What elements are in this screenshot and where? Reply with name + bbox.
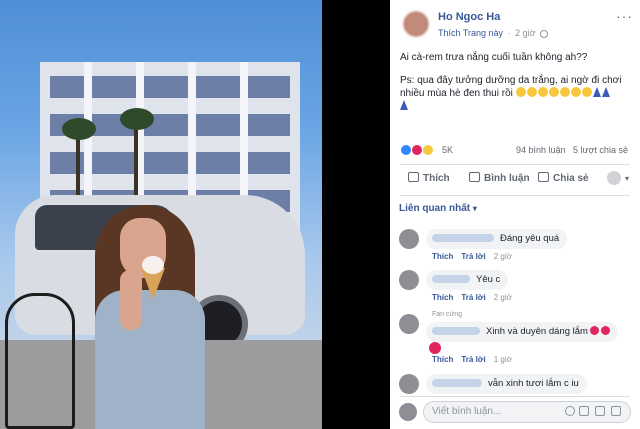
- emoji-icon: [537, 87, 548, 97]
- ice-cream-scoop: [142, 256, 164, 274]
- post-text-line1: Ai cà-rem trưa nắng cuối tuần không ah??: [400, 52, 588, 63]
- comment-reaction-icon[interactable]: [429, 342, 441, 354]
- haha-icon[interactable]: [422, 144, 434, 156]
- chevron-down-icon: ▾: [472, 204, 477, 213]
- comment-sort-dropdown[interactable]: Liên quan nhất ▾: [399, 203, 477, 214]
- comment-meta: Thích Trả lời 2 giờ: [432, 252, 512, 261]
- sticker-icon[interactable]: [611, 406, 621, 416]
- post-text-line2: Ps: qua đây tưởng dưỡng da trắng, ai ngờ…: [400, 74, 632, 113]
- emoji-icon: [548, 87, 559, 97]
- share-icon: [538, 172, 549, 182]
- reaction-summary: 5K 94 bình luận 5 lượt chia sẻ: [400, 143, 632, 159]
- comment-reply-link[interactable]: Trả lời: [461, 252, 485, 261]
- comment-reply-link[interactable]: Trả lời: [461, 355, 485, 364]
- author-name[interactable]: Ho Ngoc Ha: [438, 11, 500, 23]
- comment-text: vẫn xinh tươi lắm c iu: [488, 378, 579, 389]
- cafe-chair: [5, 293, 75, 429]
- emoji-icon[interactable]: [565, 406, 575, 416]
- like-icon: [408, 172, 419, 182]
- heart-icon: [600, 326, 610, 335]
- post-sidebar: Ho Ngoc Ha Thích Trang này · 2 giờ ··· A…: [390, 0, 640, 429]
- viewer-avatar: [399, 403, 417, 421]
- divider: [400, 164, 630, 165]
- comment-text: Đáng yêu quá: [500, 233, 560, 244]
- comment-count[interactable]: 94 bình luận: [516, 145, 566, 155]
- comment-icon: [469, 172, 480, 182]
- dress-icon: [601, 87, 610, 97]
- comment-bubble: vẫn xinh tươi lắm c iu: [426, 374, 587, 394]
- like-button[interactable]: Thích: [408, 172, 450, 184]
- comment-like-link[interactable]: Thích: [432, 355, 453, 364]
- post-photo[interactable]: [0, 0, 322, 429]
- share-label: Chia sẻ: [553, 173, 589, 184]
- comment-button[interactable]: Bình luận: [469, 172, 530, 184]
- comment-like-link[interactable]: Thích: [432, 252, 453, 261]
- identity-selector-avatar[interactable]: [607, 171, 621, 185]
- comment-bubble: Đáng yêu quá: [426, 229, 568, 249]
- comment-bubble: Yêu c: [426, 270, 509, 290]
- author-avatar[interactable]: [402, 10, 430, 38]
- heart-icon: [589, 326, 599, 335]
- post-body: Ai cà-rem trưa nắng cuối tuần không ah??…: [400, 51, 632, 113]
- comment-time[interactable]: 2 giờ: [494, 252, 512, 261]
- globe-icon: [540, 29, 549, 38]
- share-count[interactable]: 5 lượt chia sẻ: [573, 145, 628, 155]
- commenter-name-blurred[interactable]: [432, 379, 482, 387]
- emoji-icon: [515, 87, 526, 97]
- commenter-avatar[interactable]: [399, 374, 419, 394]
- commenter-name-blurred[interactable]: [432, 234, 494, 242]
- post-meta: Thích Trang này · 2 giờ: [438, 28, 550, 38]
- commenter-name-blurred[interactable]: [432, 275, 470, 283]
- comment-text: Xinh và duyên dáng lắm: [486, 326, 588, 337]
- like-page-link[interactable]: Thích Trang này: [438, 28, 503, 38]
- meta-separator: ·: [507, 28, 511, 38]
- comment-time[interactable]: 2 giờ: [494, 293, 512, 302]
- like-label: Thích: [423, 173, 450, 184]
- reaction-count[interactable]: 5K: [442, 145, 453, 155]
- post-header: Ho Ngoc Ha Thích Trang này · 2 giờ ···: [390, 0, 640, 44]
- woman-arm: [120, 270, 142, 330]
- comment-sort-label: Liên quan nhất: [399, 203, 471, 214]
- more-options-button[interactable]: ···: [616, 8, 633, 24]
- comment-time[interactable]: 1 giờ: [494, 355, 512, 364]
- emoji-icon: [581, 87, 592, 97]
- comment-like-link[interactable]: Thích: [432, 293, 453, 302]
- emoji-icon: [570, 87, 581, 97]
- comment-meta: Thích Trả lời 1 giờ: [432, 355, 512, 364]
- commenter-name-blurred[interactable]: [432, 327, 480, 335]
- camera-icon[interactable]: [579, 406, 589, 416]
- dress-icon: [400, 100, 408, 110]
- comment-bubble: Xinh và duyên dáng lắm: [426, 322, 618, 342]
- share-button[interactable]: Chia sẻ: [538, 172, 589, 184]
- post-time[interactable]: 2 giờ: [515, 28, 535, 38]
- comment-text: Yêu c: [476, 274, 501, 285]
- post-actions: Thích Bình luận Chia sẻ ▾: [400, 168, 632, 192]
- gif-icon[interactable]: [595, 406, 605, 416]
- commenter-avatar[interactable]: [399, 314, 419, 334]
- photo-viewer: [0, 0, 390, 429]
- divider: [400, 396, 630, 397]
- emoji-icon: [559, 87, 570, 97]
- comment-composer: Viết bình luận...: [399, 400, 633, 424]
- dress-icon: [592, 87, 601, 97]
- comment-meta: Thích Trả lời 2 giờ: [432, 293, 512, 302]
- fan-badge: Fan cứng: [432, 311, 462, 318]
- comment-label: Bình luận: [484, 173, 530, 184]
- comment-reply-link[interactable]: Trả lời: [461, 293, 485, 302]
- commenter-avatar[interactable]: [399, 270, 419, 290]
- emoji-icon: [526, 87, 537, 97]
- chevron-down-icon[interactable]: ▾: [625, 174, 629, 183]
- woman-dress: [95, 290, 205, 429]
- divider: [400, 195, 630, 196]
- commenter-avatar[interactable]: [399, 229, 419, 249]
